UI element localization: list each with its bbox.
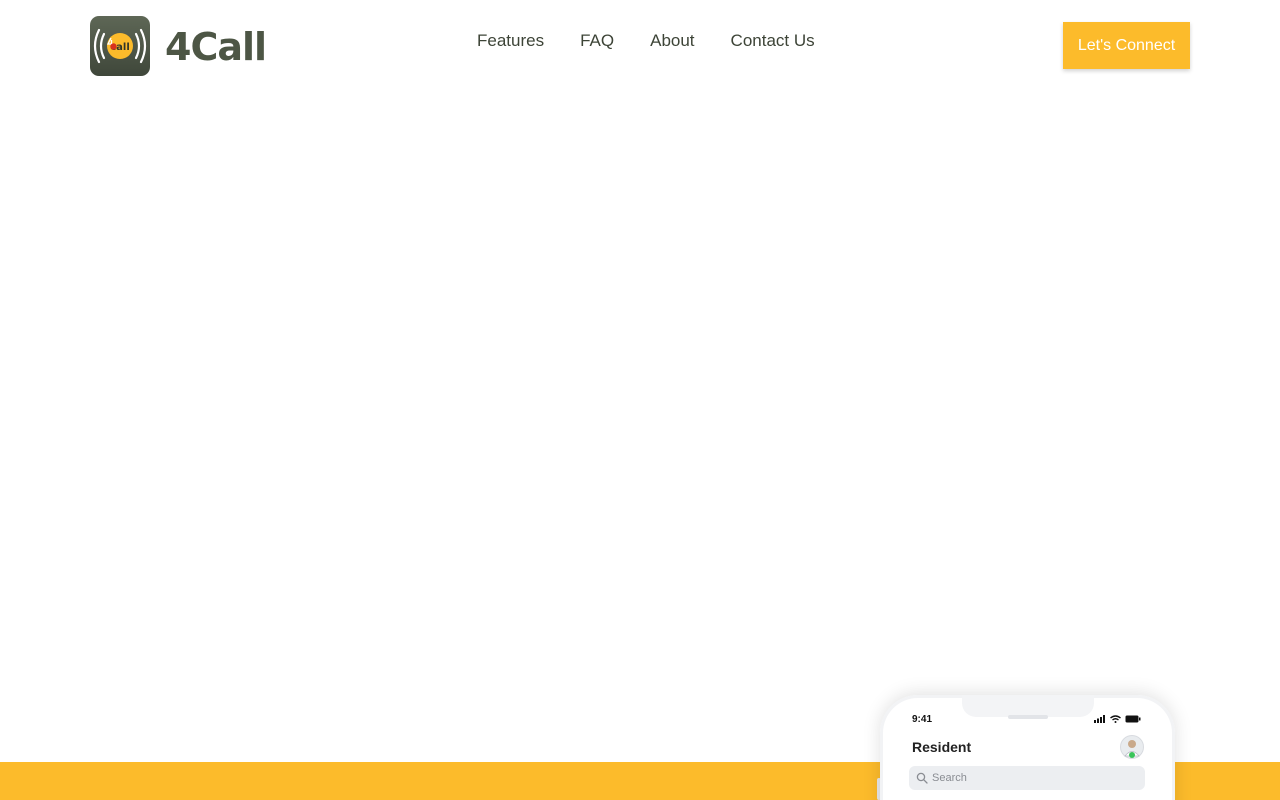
phone-notch bbox=[962, 695, 1094, 717]
phone-search-bar bbox=[909, 766, 1145, 790]
nav-link-features[interactable]: Features bbox=[459, 23, 562, 59]
online-status-dot bbox=[1129, 752, 1135, 758]
phone-status-icons bbox=[1094, 715, 1141, 723]
logo-link[interactable]: call 4Call bbox=[90, 15, 267, 77]
phone-mockup: 9:41 Resident bbox=[880, 695, 1175, 800]
battery-icon bbox=[1125, 715, 1141, 723]
phone-speaker bbox=[1008, 715, 1048, 719]
phone-search-input[interactable] bbox=[932, 772, 1132, 784]
brand-name: 4Call bbox=[165, 25, 267, 69]
phone-screen-title: Resident bbox=[912, 739, 972, 755]
lets-connect-button[interactable]: Let's Connect bbox=[1063, 22, 1190, 69]
4call-logo-icon: call bbox=[90, 16, 150, 76]
search-icon bbox=[916, 772, 928, 784]
hero-section bbox=[0, 90, 1280, 762]
page: call 4Call Features FAQ About Contact Us… bbox=[0, 0, 1280, 800]
nav-link-faq[interactable]: FAQ bbox=[562, 23, 632, 59]
main-nav: Features FAQ About Contact Us bbox=[459, 23, 833, 59]
phone-status-time: 9:41 bbox=[912, 714, 933, 725]
nav-link-about[interactable]: About bbox=[632, 23, 712, 59]
site-header: call 4Call Features FAQ About Contact Us… bbox=[0, 0, 1280, 90]
signal-icon bbox=[1094, 715, 1105, 723]
wifi-icon bbox=[1110, 715, 1121, 723]
nav-link-contact-us[interactable]: Contact Us bbox=[713, 23, 833, 59]
